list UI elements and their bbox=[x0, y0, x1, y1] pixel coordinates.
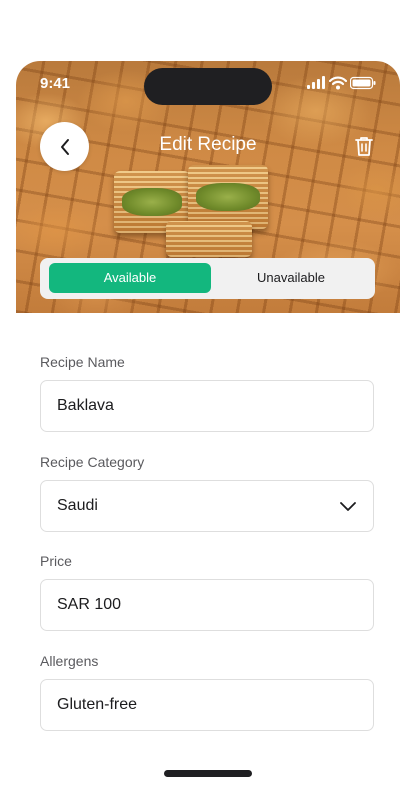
back-button[interactable] bbox=[40, 122, 89, 171]
allergens-label: Allergens bbox=[40, 653, 99, 669]
baklava-piece bbox=[188, 165, 268, 229]
delete-recipe-button[interactable] bbox=[352, 134, 376, 158]
home-indicator bbox=[164, 770, 252, 777]
baklava-piece bbox=[166, 221, 252, 257]
chevron-left-icon bbox=[60, 138, 69, 155]
recipe-name-label: Recipe Name bbox=[40, 354, 125, 370]
battery-icon bbox=[350, 76, 376, 90]
recipe-category-value: Saudi bbox=[57, 497, 98, 514]
recipe-name-input[interactable]: Baklava bbox=[40, 380, 374, 432]
chevron-down-icon bbox=[340, 502, 356, 511]
price-label: Price bbox=[40, 553, 72, 569]
wifi-icon bbox=[329, 76, 347, 90]
page-title: Edit Recipe bbox=[159, 134, 257, 155]
status-icons bbox=[306, 76, 376, 90]
availability-toggle: Available Unavailable bbox=[40, 258, 375, 299]
recipe-category-select[interactable]: Saudi bbox=[40, 480, 374, 532]
status-time: 9:41 bbox=[40, 75, 71, 92]
recipe-category-label: Recipe Category bbox=[40, 454, 145, 470]
signal-icon bbox=[307, 76, 325, 89]
allergens-input[interactable]: Gluten-free bbox=[40, 679, 374, 731]
dynamic-island bbox=[144, 68, 272, 105]
trash-icon bbox=[355, 137, 373, 156]
available-option[interactable]: Available bbox=[49, 263, 211, 293]
price-input[interactable]: SAR 100 bbox=[40, 579, 374, 631]
unavailable-option[interactable]: Unavailable bbox=[211, 263, 371, 293]
